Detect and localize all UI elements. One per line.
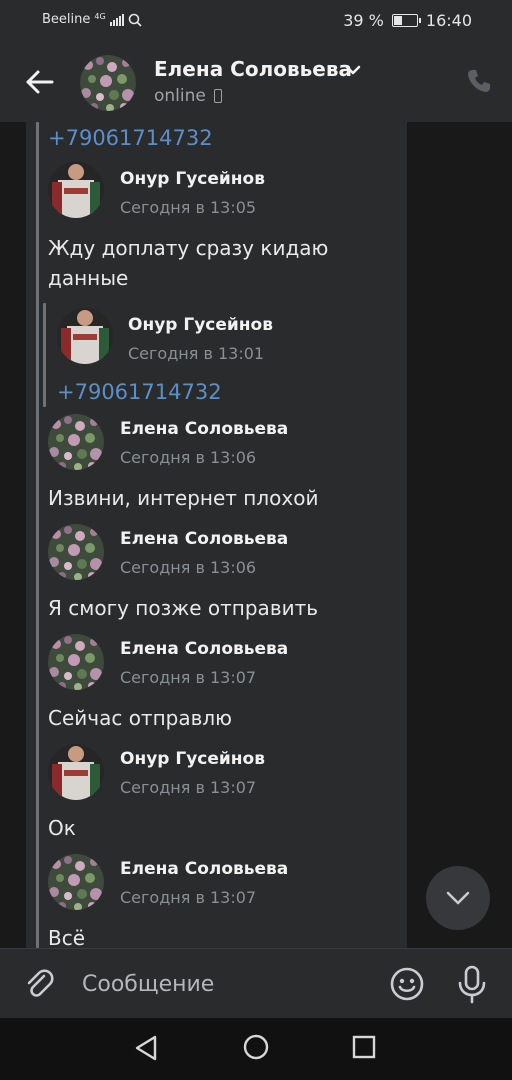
- message-author[interactable]: Онур Гусейнов: [120, 749, 265, 769]
- scroll-to-bottom-button[interactable]: [426, 866, 490, 930]
- message-text: Всё: [48, 926, 86, 948]
- message-author[interactable]: Елена Соловьева: [120, 529, 288, 549]
- avatar[interactable]: [48, 524, 104, 580]
- message-author[interactable]: Елена Соловьева: [120, 859, 288, 879]
- message-text: Извини, интернет плохой: [48, 486, 319, 510]
- phone-call-icon[interactable]: [465, 67, 493, 95]
- message-text: Ок: [48, 816, 76, 840]
- nav-home-icon[interactable]: [243, 1034, 269, 1060]
- network-type: 4G: [94, 12, 106, 21]
- search-icon: [128, 13, 142, 27]
- message-list[interactable]: +79061714732 Онур Гусейнов Сегодня в 13:…: [0, 122, 512, 948]
- message-time: Сегодня в 13:06: [120, 448, 257, 467]
- nested-quote-bar: [43, 303, 46, 407]
- nav-back-icon[interactable]: [134, 1035, 158, 1061]
- phone-link[interactable]: +79061714732: [48, 126, 213, 150]
- message-author[interactable]: Онур Гусейнов: [120, 169, 265, 189]
- message-text: Я смогу позже отправить: [48, 596, 319, 620]
- back-arrow-icon[interactable]: [22, 64, 58, 100]
- chevron-down-icon[interactable]: [345, 64, 361, 76]
- avatar[interactable]: [48, 854, 104, 910]
- message-author[interactable]: Елена Соловьева: [120, 639, 288, 659]
- message-author[interactable]: Елена Соловьева: [120, 419, 288, 439]
- contact-status: online: [154, 86, 222, 106]
- battery-icon: [391, 14, 421, 27]
- quote-bar: [36, 122, 39, 948]
- status-left: Beeline 4G: [42, 12, 142, 27]
- battery-percent: 39 %: [343, 11, 384, 30]
- message-time: Сегодня в 13:07: [120, 888, 257, 907]
- message-text: Сейчас отправлю: [48, 706, 233, 730]
- avatar[interactable]: [48, 744, 104, 800]
- status-text: online: [154, 86, 206, 106]
- paperclip-icon[interactable]: [22, 967, 56, 1001]
- status-right: 39 % 16:40: [343, 11, 472, 30]
- signal-icon: [109, 13, 124, 26]
- message-input[interactable]: [70, 963, 394, 1005]
- emoji-icon[interactable]: [389, 966, 425, 1002]
- avatar[interactable]: [48, 634, 104, 690]
- nav-recents-icon[interactable]: [352, 1035, 376, 1059]
- message-author[interactable]: Онур Гусейнов: [128, 315, 273, 335]
- avatar[interactable]: [48, 162, 104, 218]
- message-time: Сегодня в 13:06: [120, 558, 257, 577]
- contact-name[interactable]: Елена Соловьева: [154, 57, 352, 81]
- message-composer: [0, 948, 512, 1019]
- system-nav-bar: [0, 1018, 512, 1080]
- message-time: Сегодня в 13:07: [120, 668, 257, 687]
- microphone-icon[interactable]: [455, 964, 489, 1004]
- message-time: Сегодня в 13:07: [120, 778, 257, 797]
- status-bar: Beeline 4G 39 % 16:40: [0, 0, 512, 42]
- clock: 16:40: [425, 11, 472, 30]
- message-text: Жду доплату сразу кидаю данные: [48, 236, 329, 290]
- mobile-phone-icon: [213, 89, 222, 103]
- message-time: Сегодня в 13:01: [128, 344, 265, 363]
- avatar[interactable]: [57, 308, 113, 364]
- chat-header: Елена Соловьева online: [0, 42, 512, 122]
- message-time: Сегодня в 13:05: [120, 198, 257, 217]
- avatar[interactable]: [48, 414, 104, 470]
- chevron-down-icon: [446, 891, 470, 905]
- phone-link[interactable]: +79061714732: [57, 380, 222, 404]
- carrier-name: Beeline: [42, 12, 91, 27]
- contact-avatar[interactable]: [80, 55, 136, 111]
